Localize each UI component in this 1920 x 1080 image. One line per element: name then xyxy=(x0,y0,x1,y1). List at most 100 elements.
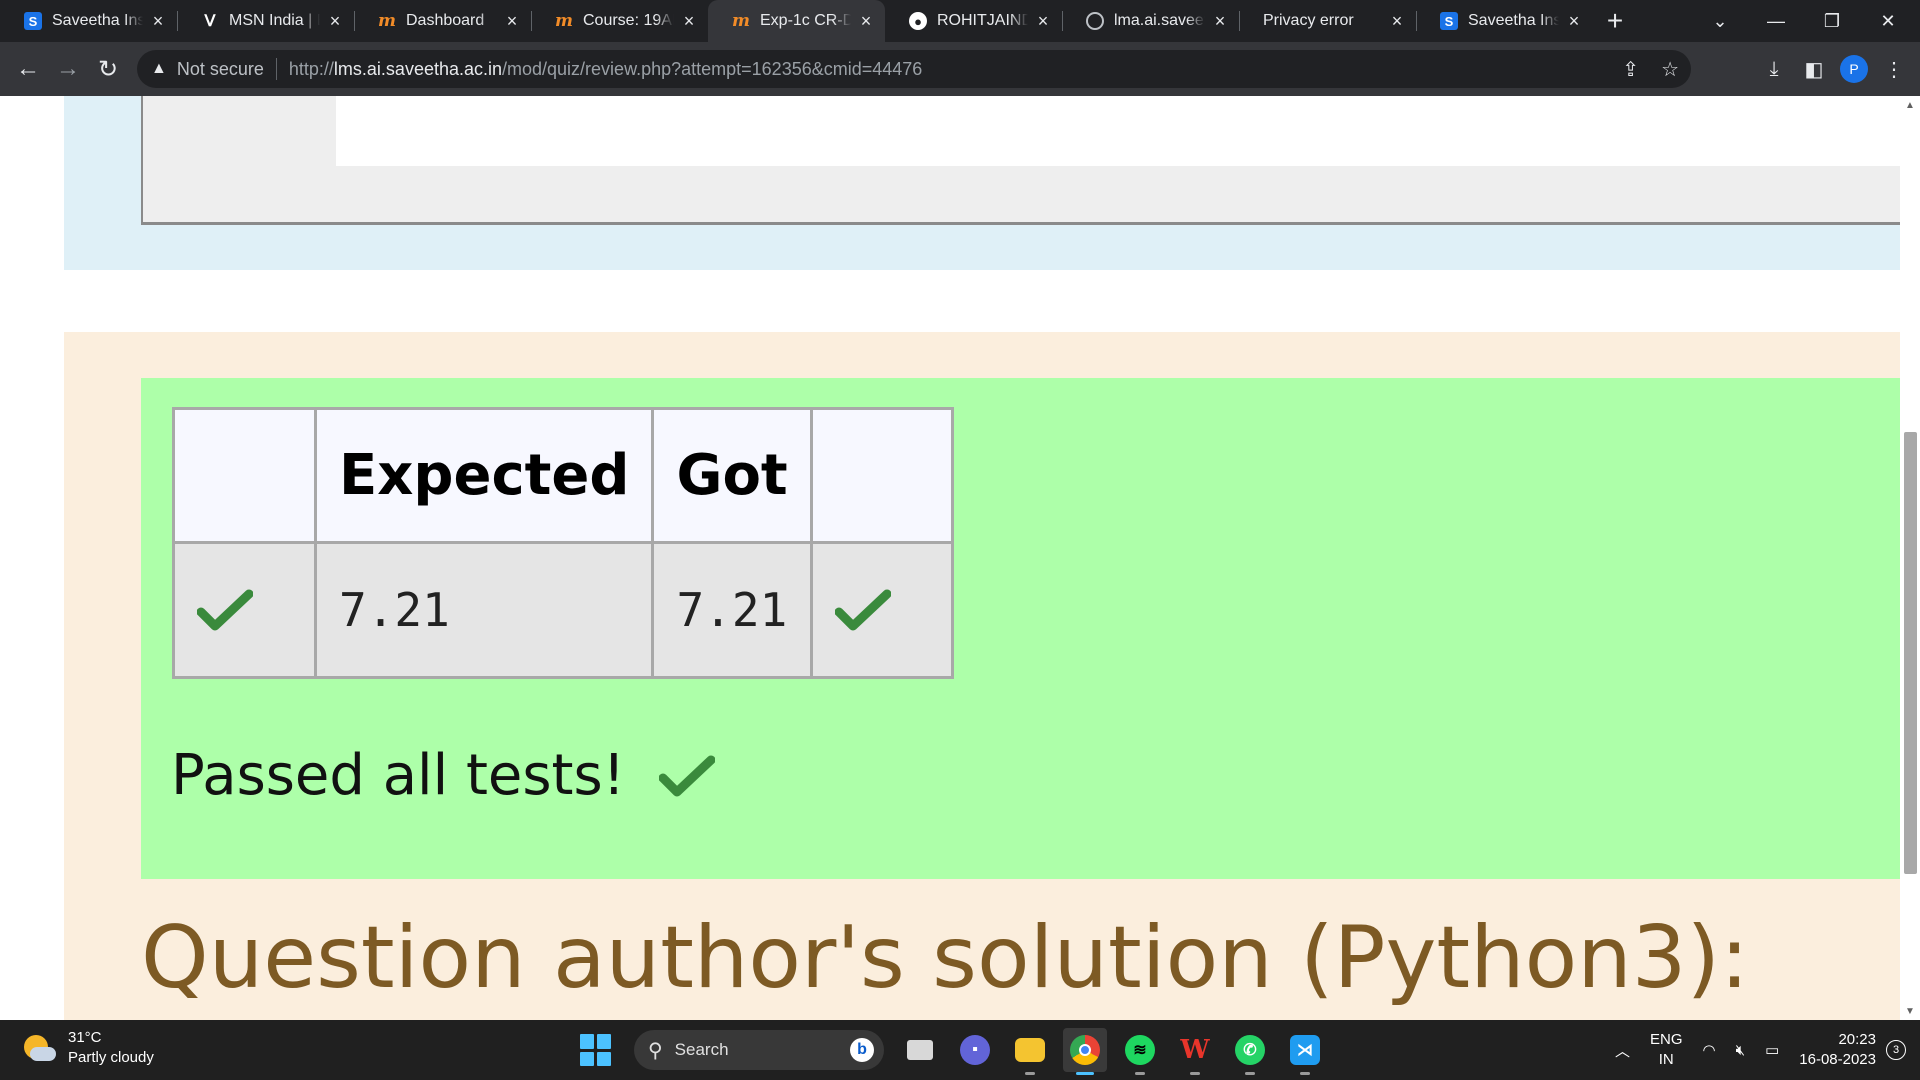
task-view-button[interactable] xyxy=(898,1028,942,1072)
security-label[interactable]: Not secure xyxy=(177,59,264,80)
check-icon xyxy=(197,589,253,631)
moodle-m-icon: m xyxy=(555,11,573,31)
new-tab-button[interactable]: + xyxy=(1593,0,1637,42)
taskbar-search[interactable]: ⚲ Search b xyxy=(634,1030,884,1070)
page-viewport: Expected Got 7.21 7.21 Passed all tests!… xyxy=(0,96,1920,1020)
row-status-cell xyxy=(172,541,317,679)
task-view-icon xyxy=(907,1040,933,1060)
minimize-button[interactable]: — xyxy=(1748,0,1804,42)
tab-exp-1c[interactable]: m Exp-1c CR-Dis × xyxy=(708,0,885,42)
tab-lma[interactable]: lma.ai.saveeth × xyxy=(1062,0,1239,42)
scroll-up-arrow-icon[interactable]: ▲ xyxy=(1900,96,1920,114)
whatsapp-button[interactable]: ✆ xyxy=(1228,1028,1272,1075)
browser-toolbar: ← → ↻ ▲ Not secure http://lms.ai.saveeth… xyxy=(0,42,1920,96)
saveetha-s-icon: S xyxy=(1440,12,1458,30)
close-icon[interactable]: × xyxy=(1565,11,1583,31)
side-panel-icon[interactable]: ◧ xyxy=(1798,53,1830,85)
notification-badge[interactable]: 3 xyxy=(1886,1040,1906,1060)
results-table: Expected Got 7.21 7.21 xyxy=(172,407,955,679)
got-cell: 7.21 xyxy=(651,541,814,679)
msn-icon: ⴸ xyxy=(204,13,216,30)
close-icon[interactable]: × xyxy=(1211,11,1229,31)
profile-button[interactable]: P xyxy=(1838,53,1870,85)
chrome-button[interactable] xyxy=(1063,1028,1107,1075)
more-menu-icon[interactable]: ⋮ xyxy=(1878,53,1910,85)
bookmark-star-icon[interactable]: ☆ xyxy=(1661,57,1679,82)
close-icon[interactable]: × xyxy=(326,11,344,31)
search-icon: ⚲ xyxy=(648,1039,663,1062)
search-label: Search xyxy=(674,1040,729,1059)
tab-github[interactable]: ● ROHITJAIND/L × xyxy=(885,0,1062,42)
clock[interactable]: 20:23 16-08-2023 xyxy=(1799,1030,1876,1070)
passed-all-tests-message: Passed all tests! xyxy=(171,743,716,808)
globe-icon xyxy=(1086,12,1104,30)
clock-time: 20:23 xyxy=(1838,1031,1876,1048)
teams-chat-icon: ▪ xyxy=(960,1035,990,1065)
system-tray: ︿ ENG IN ◠ 🔇︎ ▭ 20:23 16-08-2023 3 xyxy=(1605,1020,1920,1080)
tab-saveetha-2[interactable]: S Saveetha Institu × xyxy=(1416,0,1593,42)
weather-widget[interactable]: 31°C Partly cloudy xyxy=(22,1028,154,1068)
tab-title: Course: 19AI3( xyxy=(583,12,674,29)
tab-title: ROHITJAIND/L xyxy=(937,12,1028,29)
battery-icon[interactable]: ▭ xyxy=(1765,1041,1779,1059)
file-explorer-button[interactable] xyxy=(1008,1028,1052,1075)
tab-msn[interactable]: ⴸ MSN India | Br × xyxy=(177,0,354,42)
github-icon: ● xyxy=(909,12,927,30)
scroll-down-arrow-icon[interactable]: ▼ xyxy=(1900,1002,1920,1020)
volume-muted-icon[interactable]: 🔇︎ xyxy=(1736,1042,1745,1059)
wifi-icon[interactable]: ◠ xyxy=(1703,1041,1716,1059)
warning-triangle-icon: ▲ xyxy=(151,60,167,77)
url-separator xyxy=(275,58,277,80)
reload-button[interactable]: ↻ xyxy=(88,49,128,89)
table-row: 7.21 7.21 xyxy=(172,541,955,679)
wps-office-button[interactable]: W xyxy=(1173,1028,1217,1075)
tab-dashboard[interactable]: m Dashboard × xyxy=(354,0,531,42)
check-icon xyxy=(835,589,892,631)
scrollbar-thumb[interactable] xyxy=(1904,432,1917,874)
share-icon[interactable]: ⇪ xyxy=(1622,57,1639,82)
windows-start-icon[interactable] xyxy=(580,1034,612,1066)
close-icon[interactable]: × xyxy=(1388,11,1406,31)
close-window-button[interactable]: ✕ xyxy=(1860,0,1916,42)
forward-button[interactable]: → xyxy=(48,49,88,89)
address-bar[interactable]: ▲ Not secure http://lms.ai.saveetha.ac.i… xyxy=(137,50,1691,88)
table-header-result xyxy=(810,407,955,544)
tab-saveetha-1[interactable]: S Saveetha Institu × xyxy=(0,0,177,42)
restore-button[interactable]: ❐ xyxy=(1804,0,1860,42)
table-header-got: Got xyxy=(651,407,814,544)
tab-strip: S Saveetha Institu × ⴸ MSN India | Br × … xyxy=(0,0,1920,42)
teams-chat-button[interactable]: ▪ xyxy=(953,1028,997,1072)
spotify-button[interactable]: ≋ xyxy=(1118,1028,1162,1075)
passed-text: Passed all tests! xyxy=(171,743,626,808)
whatsapp-icon: ✆ xyxy=(1235,1035,1265,1065)
solution-heading: Question author's solution (Python3): xyxy=(141,908,1749,1008)
windows-taskbar: 31°C Partly cloudy ⚲ Search b ▪ ≋ W ✆ ⋊ … xyxy=(0,1020,1920,1080)
back-button[interactable]: ← xyxy=(8,49,48,89)
close-icon[interactable]: × xyxy=(149,11,167,31)
vscode-icon: ⋊ xyxy=(1290,1035,1320,1065)
avatar: P xyxy=(1840,55,1868,83)
partly-cloudy-icon xyxy=(22,1031,56,1065)
vscode-button[interactable]: ⋊ xyxy=(1283,1028,1327,1075)
close-icon[interactable]: × xyxy=(503,11,521,31)
vertical-scrollbar[interactable]: ▲ ▼ xyxy=(1900,96,1920,1020)
tab-title: Saveetha Institu xyxy=(1468,12,1559,29)
url-text[interactable]: http://lms.ai.saveetha.ac.in/mod/quiz/re… xyxy=(289,59,922,80)
expected-cell: 7.21 xyxy=(313,541,655,679)
language-indicator[interactable]: ENG IN xyxy=(1650,1030,1683,1070)
close-icon[interactable]: × xyxy=(680,11,698,31)
tab-course[interactable]: m Course: 19AI3( × xyxy=(531,0,708,42)
spotify-icon: ≋ xyxy=(1125,1035,1155,1065)
tab-search-chevron-icon[interactable]: ⌄ xyxy=(1692,0,1748,42)
tab-title: MSN India | Br xyxy=(229,12,320,29)
close-icon[interactable]: × xyxy=(1034,11,1052,31)
tab-privacy-error[interactable]: Privacy error × xyxy=(1239,0,1416,42)
download-icon[interactable]: ⤓ xyxy=(1758,53,1790,85)
bing-icon[interactable]: b xyxy=(850,1038,874,1062)
weather-temp: 31°C xyxy=(68,1029,102,1046)
tab-title: Privacy error xyxy=(1263,12,1354,29)
chevron-up-icon[interactable]: ︿ xyxy=(1615,1040,1630,1061)
close-icon[interactable]: × xyxy=(857,11,875,31)
clock-date: 16-08-2023 xyxy=(1799,1051,1876,1068)
chrome-icon xyxy=(1070,1035,1100,1065)
